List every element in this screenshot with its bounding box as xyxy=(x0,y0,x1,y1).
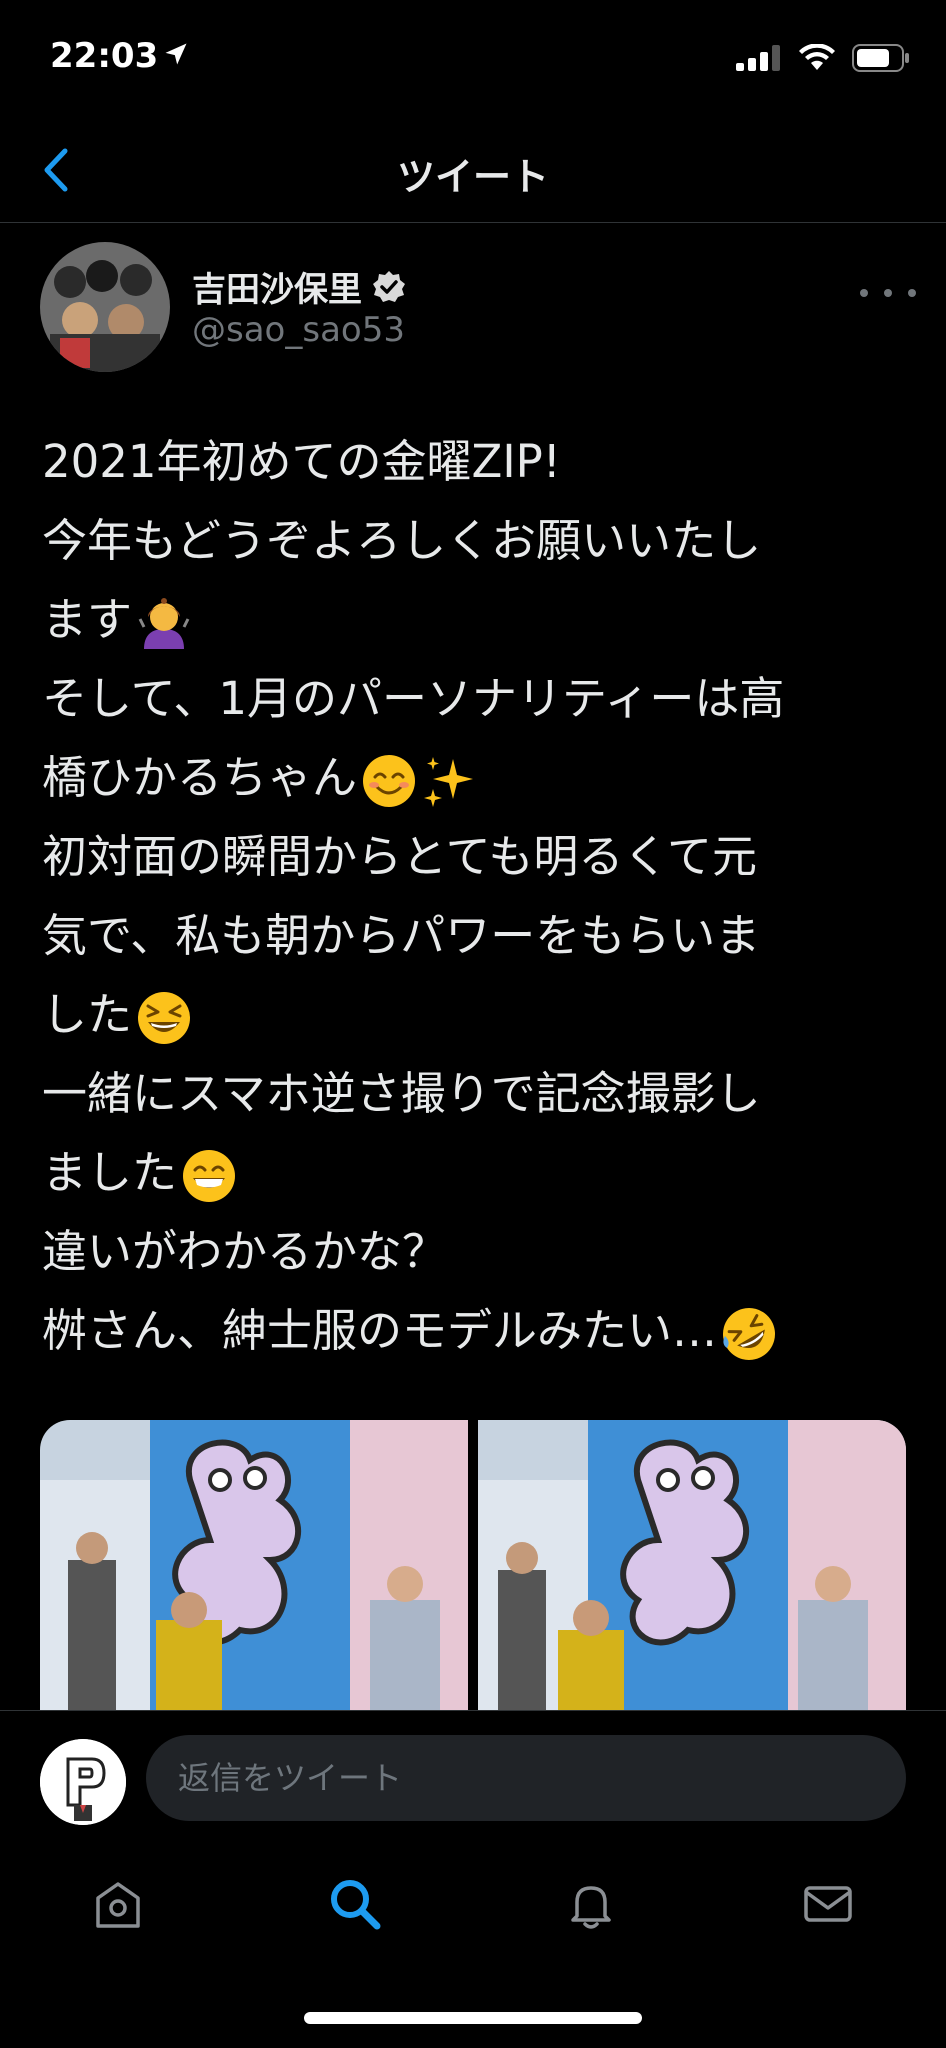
status-time: 22:03 xyxy=(50,36,159,76)
reply-bar: 返信をツイート xyxy=(0,1710,946,1845)
tweet-line: ました xyxy=(42,1133,912,1212)
more-options-button[interactable] xyxy=(860,278,916,308)
tab-messages[interactable] xyxy=(780,1856,876,1952)
battery-icon xyxy=(852,44,909,72)
rofl-emoji-icon xyxy=(723,1308,776,1360)
tweet-line: 桝さん、紳士服のモデルみたい… xyxy=(42,1291,912,1370)
bowing-woman-emoji-icon xyxy=(138,598,190,649)
tab-notifications[interactable] xyxy=(543,1856,639,1952)
tab-search[interactable] xyxy=(307,1856,403,1952)
beaming-face-emoji-icon xyxy=(183,1150,236,1202)
page-title: ツイート xyxy=(396,155,549,199)
media-photo[interactable] xyxy=(40,1420,468,1710)
more-dots-icon xyxy=(860,289,868,297)
tweet-line: 一緒にスマホ逆さ撮りで記念撮影し xyxy=(42,1067,761,1120)
tweet-line: 気で、私も朝からパワーをもらいま xyxy=(42,909,761,962)
author-name[interactable]: 吉田沙保里 xyxy=(192,262,362,311)
location-arrow-icon xyxy=(165,43,187,65)
signal-icon xyxy=(736,45,780,71)
sparkles-emoji-icon xyxy=(424,757,474,807)
tweet-line: ます xyxy=(42,580,912,659)
user-avatar[interactable] xyxy=(40,1739,126,1825)
verified-badge-icon xyxy=(373,270,405,302)
home-indicator[interactable] xyxy=(304,2012,642,2024)
tab-home[interactable] xyxy=(70,1856,166,1952)
tweet-line: 初対面の瞬間からとても明るくて元 xyxy=(42,830,758,883)
author-avatar[interactable] xyxy=(40,242,170,372)
search-icon xyxy=(330,1880,381,1930)
author-handle[interactable]: @sao_sao53 xyxy=(192,310,405,350)
reply-input[interactable]: 返信をツイート xyxy=(146,1735,906,1821)
tweet-line: 今年もどうぞよろしくお願いいたし xyxy=(42,514,762,567)
tweet-line: 違いがわかるかな？ xyxy=(42,1225,448,1278)
tweet-detail: 吉田沙保里 @sao_sao53 2021年初めての金曜ZIP! 今年もどうぞよ… xyxy=(0,222,946,1710)
grinning-squinting-emoji-icon xyxy=(138,992,191,1044)
bell-icon xyxy=(571,1886,611,1929)
tweet-line: そして、1月のパーソナリティーは高 xyxy=(42,672,785,725)
tweet-line: 橋ひかるちゃん xyxy=(42,738,912,817)
author-name-row[interactable]: 吉田沙保里 xyxy=(192,262,406,311)
nav-header: ツイート xyxy=(0,118,946,223)
tweet-media[interactable] xyxy=(40,1420,906,1710)
tweet-line: 2021年初めての金曜ZIP! xyxy=(42,435,561,488)
tweet-text: 2021年初めての金曜ZIP! 今年もどうぞよろしくお願いいたし ます そして、… xyxy=(42,422,912,1370)
tab-bar xyxy=(0,1844,946,1964)
mail-icon xyxy=(804,1886,852,1922)
media-photo[interactable] xyxy=(478,1420,906,1710)
status-bar: 22:03 xyxy=(0,0,946,118)
home-icon xyxy=(96,1882,140,1928)
smiling-face-emoji-icon xyxy=(363,755,416,807)
tweet-line: した xyxy=(42,975,912,1054)
wifi-icon xyxy=(799,44,835,70)
status-indicators xyxy=(736,44,910,72)
